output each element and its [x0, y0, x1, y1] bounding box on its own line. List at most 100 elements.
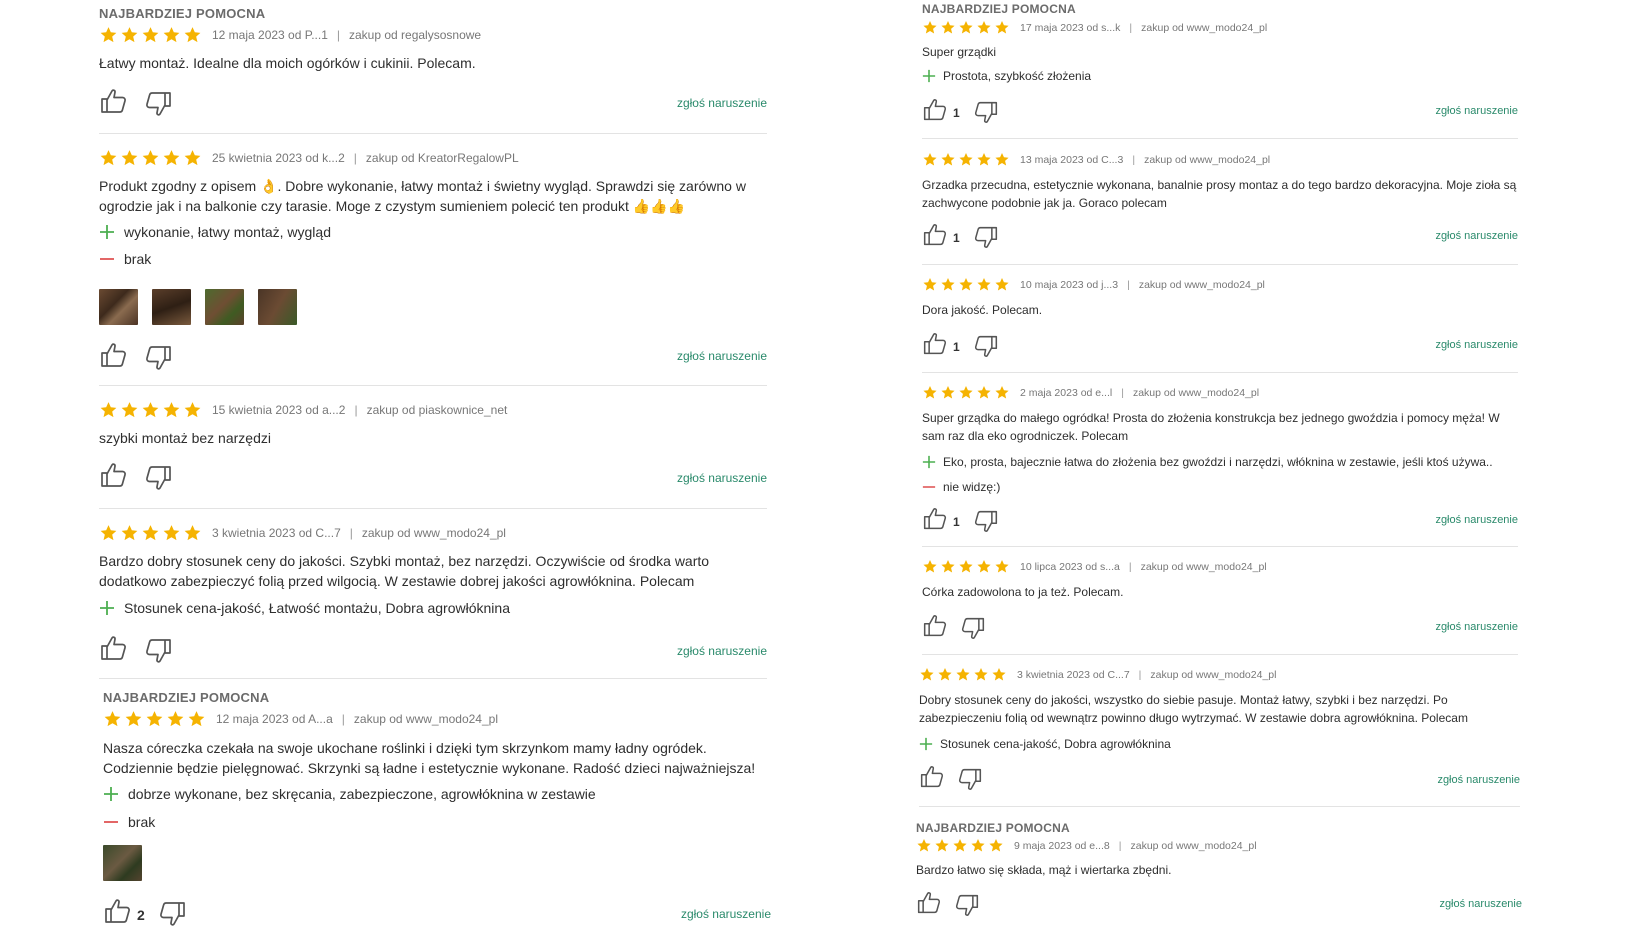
report-link[interactable]: zgłoś naruszenie: [677, 644, 767, 658]
review-text: Super grządka do małego ogródka! Prosta …: [922, 411, 1500, 443]
review-cons: brak: [99, 251, 151, 267]
star-icon: [922, 385, 938, 400]
thumbs-up-button[interactable]: [916, 890, 941, 915]
review-photo[interactable]: [258, 289, 297, 325]
thumbs-up-button[interactable]: 1: [922, 331, 960, 356]
thumbs-down-button[interactable]: [974, 225, 999, 250]
review-photo[interactable]: [152, 289, 191, 325]
thumbs-up-icon: [922, 97, 947, 122]
thumbs-up-button[interactable]: [99, 341, 127, 369]
report-link[interactable]: zgłoś naruszenie: [677, 349, 767, 363]
star-icon: [120, 524, 139, 542]
separator: |: [1132, 153, 1136, 166]
star-icon: [162, 26, 181, 44]
thumbs-down-button[interactable]: [961, 616, 986, 641]
star-icon: [183, 401, 202, 419]
review-card: NAJBARDZIEJ POMOCNA 17 maja 2023 od s...…: [922, 0, 1518, 139]
thumbs-up-button[interactable]: [919, 764, 944, 789]
thumbs-up-button[interactable]: [99, 87, 127, 115]
review-card: 25 kwietnia 2023 od k...2 | zakup od Kre…: [99, 133, 767, 386]
thumbs-up-button[interactable]: 1: [922, 222, 960, 247]
report-link[interactable]: zgłoś naruszenie: [1435, 105, 1518, 117]
report-link[interactable]: zgłoś naruszenie: [677, 471, 767, 485]
thumbs-up-button[interactable]: 1: [922, 97, 960, 122]
thumbs-down-button[interactable]: [958, 767, 983, 792]
report-link[interactable]: zgłoś naruszenie: [681, 907, 771, 921]
report-link[interactable]: zgłoś naruszenie: [1435, 339, 1518, 351]
star-icon: [976, 559, 992, 574]
star-icon: [183, 26, 202, 44]
review-text: Nasza córeczka czekała na swoje ukochane…: [103, 740, 756, 776]
review-card: NAJBARDZIEJ POMOCNA 9 maja 2023 od e...8…: [916, 806, 1522, 924]
star-icon: [124, 710, 143, 728]
review-date-author: 13 maja 2023 od C...3: [1020, 153, 1124, 166]
thumbs-down-button[interactable]: [955, 893, 980, 918]
star-icon: [166, 710, 185, 728]
ok-hand-emoji: 👌: [260, 178, 278, 194]
star-icon: [162, 401, 181, 419]
star-icon: [141, 524, 160, 542]
thumbs-down-button[interactable]: [145, 344, 173, 372]
review-date-author: 12 maja 2023 od P...1: [212, 28, 328, 42]
review-date-author: 10 lipca 2023 od s...a: [1020, 560, 1120, 573]
thumbs-up-button[interactable]: 2: [103, 897, 145, 925]
vote-controls: 1: [922, 331, 999, 356]
review-pros: dobrze wykonane, bez skręcania, zabezpie…: [103, 786, 596, 802]
review-meta: 3 kwietnia 2023 od C...7 | zakup od www_…: [99, 524, 506, 542]
report-link[interactable]: zgłoś naruszenie: [1437, 774, 1520, 786]
review-photo[interactable]: [205, 289, 244, 325]
star-icon: [958, 152, 974, 167]
star-icon: [952, 838, 968, 853]
report-link[interactable]: zgłoś naruszenie: [1439, 898, 1522, 910]
thumbs-up-button[interactable]: 1: [922, 506, 960, 531]
thumbs-up-button[interactable]: [99, 634, 127, 662]
thumbs-down-button[interactable]: [974, 100, 999, 125]
star-icon: [916, 838, 932, 853]
report-link[interactable]: zgłoś naruszenie: [1435, 514, 1518, 526]
review-pros: wykonanie, łatwy montaż, wygląd: [99, 224, 331, 240]
separator: |: [349, 526, 353, 540]
review-text-part: ogrodzie jak i na balkonie czy tarasie. …: [99, 198, 629, 214]
review-text: Super grządki: [922, 45, 997, 59]
star-rating: [922, 559, 1010, 574]
purchase-source: zakup od www_modo24_pl: [1141, 21, 1268, 34]
thumbs-down-button[interactable]: [145, 637, 173, 665]
star-rating: [99, 26, 202, 44]
review-photo[interactable]: [103, 845, 142, 881]
review-card: 3 kwietnia 2023 od C...7 | zakup od www_…: [919, 654, 1520, 807]
star-icon: [976, 152, 992, 167]
star-rating: [919, 667, 1007, 682]
cons-text: brak: [128, 814, 156, 830]
plus-icon: [919, 737, 933, 751]
review-photos: [99, 289, 297, 325]
separator: |: [341, 712, 345, 726]
star-icon: [994, 385, 1010, 400]
thumbs-up-icon: [919, 764, 944, 789]
report-link[interactable]: zgłoś naruszenie: [677, 96, 767, 110]
separator: |: [1127, 278, 1130, 291]
vote-controls: 1: [922, 506, 999, 531]
thumbs-down-button[interactable]: [974, 509, 999, 534]
thumbs-up-button[interactable]: [99, 461, 127, 489]
review-card: 10 maja 2023 od j...3 | zakup od www_mod…: [922, 264, 1518, 373]
most-helpful-label: NAJBARDZIEJ POMOCNA: [103, 690, 270, 705]
star-icon: [940, 385, 956, 400]
review-photo[interactable]: [99, 289, 138, 325]
thumbs-up-icon: [103, 897, 131, 925]
review-date-author: 2 maja 2023 od e...l: [1020, 386, 1113, 399]
review-card: 2 maja 2023 od e...l | zakup od www_modo…: [922, 372, 1518, 547]
thumbs-down-icon: [958, 767, 983, 792]
report-link[interactable]: zgłoś naruszenie: [1435, 621, 1518, 633]
thumbs-down-button[interactable]: [145, 90, 173, 118]
star-icon: [162, 149, 181, 167]
review-card: 13 maja 2023 od C...3 | zakup od www_mod…: [922, 138, 1518, 265]
purchase-source: zakup od www_modo24_pl: [1144, 153, 1271, 166]
review-date-author: 3 kwietnia 2023 od C...7: [212, 526, 341, 540]
report-link[interactable]: zgłoś naruszenie: [1435, 230, 1518, 242]
thumbs-up-button[interactable]: [922, 613, 947, 638]
star-icon: [970, 838, 986, 853]
review-photos: [103, 845, 142, 881]
thumbs-down-button[interactable]: [145, 464, 173, 492]
purchase-source: zakup od regalysosnowe: [349, 28, 482, 42]
thumbs-down-button[interactable]: [974, 334, 999, 359]
